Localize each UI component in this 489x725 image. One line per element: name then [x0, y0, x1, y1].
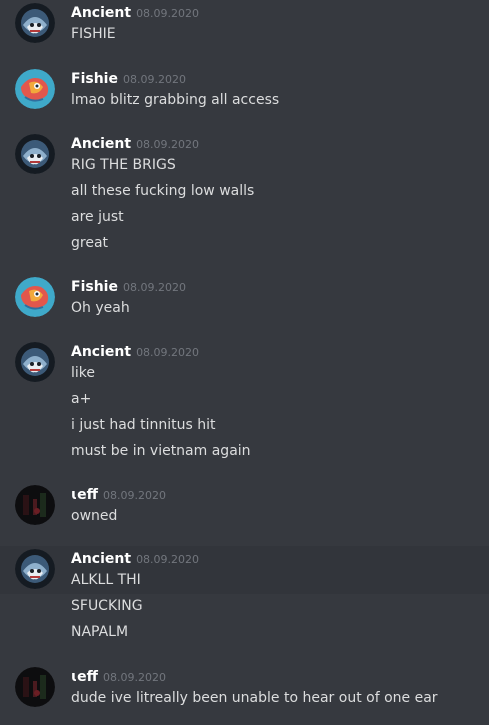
timestamp: 08.09.2020: [136, 346, 200, 359]
message-group: ɩeff 08.09.2020 dude ive litreally been u…: [0, 664, 489, 719]
message-header: Ancient 08.09.2020: [71, 341, 199, 361]
chat-log: Ancient 08.09.2020 FISHIE Fishie 08.09.202…: [0, 0, 489, 725]
message-group: Fishie 08.09.2020 Oh yeah: [0, 274, 489, 329]
message-text: dude ive litreally been unable to hear o…: [71, 690, 438, 706]
username[interactable]: ɩeff: [71, 669, 98, 685]
message-group: Fishie 08.09.2020 lmao blitz grabbing all…: [0, 66, 489, 121]
message-group: ɩeff 08.09.2020 owned: [0, 482, 489, 537]
message-group: Ancient 08.09.2020 FISHIE: [0, 0, 489, 60]
timestamp: 08.09.2020: [136, 7, 200, 20]
message-text: NAPALM: [71, 624, 129, 640]
message-text: lmao blitz grabbing all access: [71, 92, 280, 108]
message-group-hovered: Ancient 08.09.2020 ALKLL THI: [0, 546, 489, 594]
username[interactable]: Ancient: [71, 551, 131, 567]
fishie-avatar[interactable]: [15, 277, 55, 317]
timestamp: 08.09.2020: [103, 671, 166, 684]
message-header: Ancient 08.09.2020: [71, 548, 199, 568]
fishie-avatar[interactable]: [15, 69, 55, 109]
message-group: Ancient 08.09.2020 like a+ i just had tin…: [0, 339, 489, 469]
ancient-avatar[interactable]: [15, 3, 55, 43]
message-header: ɩeff 08.09.2020: [71, 484, 166, 504]
username[interactable]: Ancient: [71, 344, 131, 360]
leff-avatar[interactable]: [15, 667, 55, 707]
message-group: Ancient 08.09.2020 RIG THE BRIGS all thes…: [0, 131, 489, 261]
message-text: like: [71, 365, 96, 381]
username[interactable]: Ancient: [71, 136, 131, 152]
timestamp: 08.09.2020: [122, 73, 186, 86]
username[interactable]: Fishie: [71, 71, 118, 87]
message-text: owned: [71, 508, 118, 524]
timestamp: 08.09.2020: [136, 138, 200, 151]
username[interactable]: Fishie: [71, 279, 118, 295]
message-text: great: [71, 235, 109, 251]
leff-avatar[interactable]: [15, 485, 55, 525]
message-text: i just had tinnitus hit: [71, 417, 216, 433]
message-text: ALKLL THI: [71, 572, 141, 588]
message-header: Fishie 08.09.2020: [71, 276, 186, 296]
message-text: RIG THE BRIGS: [71, 157, 176, 173]
ancient-avatar[interactable]: [15, 549, 55, 589]
message-header: Ancient 08.09.2020: [71, 2, 199, 22]
ancient-avatar[interactable]: [15, 342, 55, 382]
timestamp: 08.09.2020: [122, 281, 186, 294]
timestamp: 08.09.2020: [103, 489, 166, 502]
message-text: SFUCKING: [71, 598, 143, 614]
timestamp: 08.09.2020: [136, 553, 200, 566]
message-text: FISHIE: [71, 26, 116, 42]
message-header: Fishie 08.09.2020: [71, 68, 186, 88]
message-header: ɩeff 08.09.2020: [71, 666, 166, 686]
message-text: are just: [71, 209, 124, 225]
username[interactable]: ɩeff: [71, 487, 98, 503]
message-text: a+: [71, 391, 92, 407]
message-text: must be in vietnam again: [71, 443, 251, 459]
message-text: Oh yeah: [71, 300, 130, 316]
username[interactable]: Ancient: [71, 5, 131, 21]
ancient-avatar[interactable]: [15, 134, 55, 174]
message-group-continuation: SFUCKING NAPALM: [0, 594, 489, 646]
message-header: Ancient 08.09.2020: [71, 133, 199, 153]
message-text: all these fucking low walls: [71, 183, 255, 199]
